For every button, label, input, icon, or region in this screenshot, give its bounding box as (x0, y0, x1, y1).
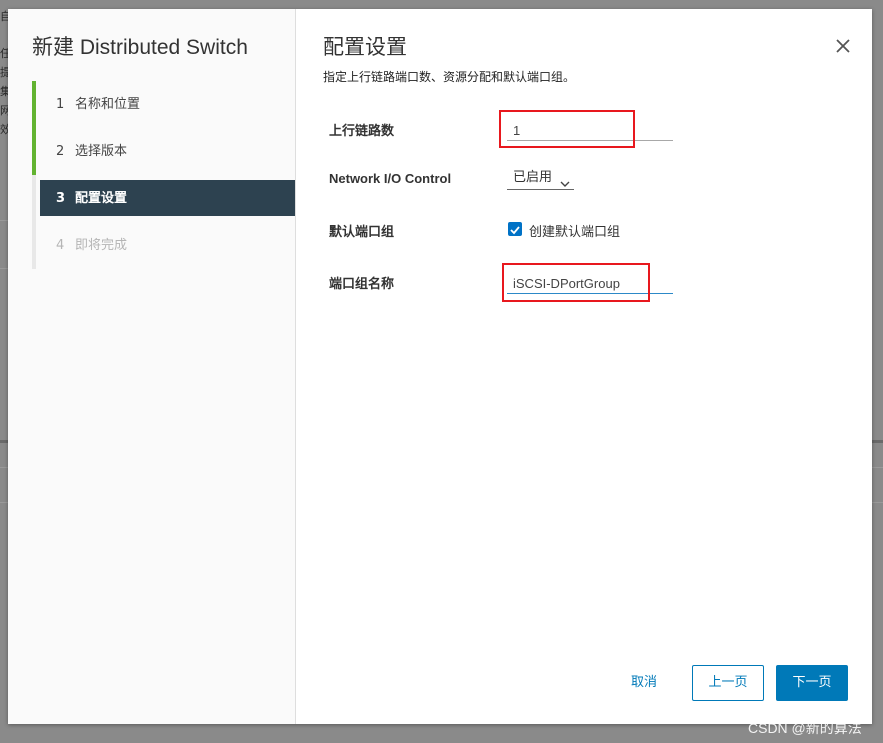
default-port-group-label: 默认端口组 (329, 224, 395, 239)
wizard-content: 配置设置 指定上行链路端口数、资源分配和默认端口组。 上行链路数 Network… (296, 9, 872, 724)
step-number: 3 (56, 191, 66, 206)
close-icon[interactable] (832, 35, 854, 57)
step-progress-bar (32, 128, 36, 175)
create-default-port-group-checkbox[interactable] (508, 222, 522, 236)
new-distributed-switch-dialog: 新建 Distributed Switch 1 名称和位置 2 选择版本 3 配… (8, 9, 872, 724)
step-progress-bar (32, 222, 36, 269)
step-label: 即将完成 (75, 238, 128, 253)
step-name-and-location[interactable]: 1 名称和位置 (32, 81, 295, 128)
page-description: 指定上行链路端口数、资源分配和默认端口组。 (323, 70, 576, 84)
bg-text: 自 (0, 10, 8, 23)
chevron-down-icon (560, 175, 570, 195)
step-progress-bar (32, 175, 36, 222)
bg-text: 提 (0, 66, 8, 79)
next-button[interactable]: 下一页 (776, 665, 848, 701)
bg-text: 效 (0, 123, 8, 136)
step-select-version[interactable]: 2 选择版本 (32, 128, 295, 175)
back-button[interactable]: 上一页 (692, 665, 764, 701)
nioc-selected-value: 已启用 (513, 170, 553, 185)
step-ready-to-complete: 4 即将完成 (32, 222, 295, 269)
uplinks-label: 上行链路数 (329, 123, 395, 138)
bg-divider (0, 268, 8, 269)
bg-divider (0, 220, 8, 221)
checkmark-icon (510, 226, 520, 235)
highlight-box (499, 110, 635, 148)
highlight-box (502, 263, 650, 302)
wizard-nav: 新建 Distributed Switch 1 名称和位置 2 选择版本 3 配… (8, 9, 296, 724)
nioc-label: Network I/O Control (329, 171, 452, 186)
nioc-select[interactable]: 已启用 (507, 168, 574, 190)
step-number: 4 (56, 238, 65, 253)
bg-text: 任 (0, 47, 8, 60)
create-default-port-group-label: 创建默认端口组 (529, 225, 621, 240)
step-number: 2 (56, 144, 65, 159)
bg-text: 网 (0, 104, 8, 117)
port-group-name-label: 端口组名称 (329, 276, 395, 291)
watermark: CSDN @新的算法 (748, 720, 862, 736)
page-title: 配置设置 (323, 35, 407, 59)
step-configure-settings[interactable]: 3 配置设置 (32, 175, 295, 222)
wizard-steps: 1 名称和位置 2 选择版本 3 配置设置 4 即将完成 (32, 81, 295, 269)
step-label: 选择版本 (75, 144, 128, 159)
step-label: 名称和位置 (75, 97, 141, 112)
cancel-button[interactable]: 取消 (614, 666, 674, 702)
step-number: 1 (56, 97, 65, 112)
step-label: 配置设置 (75, 191, 128, 206)
wizard-title: 新建 Distributed Switch (32, 36, 248, 59)
step-progress-bar (32, 81, 36, 128)
bg-text: 集 (0, 85, 8, 98)
